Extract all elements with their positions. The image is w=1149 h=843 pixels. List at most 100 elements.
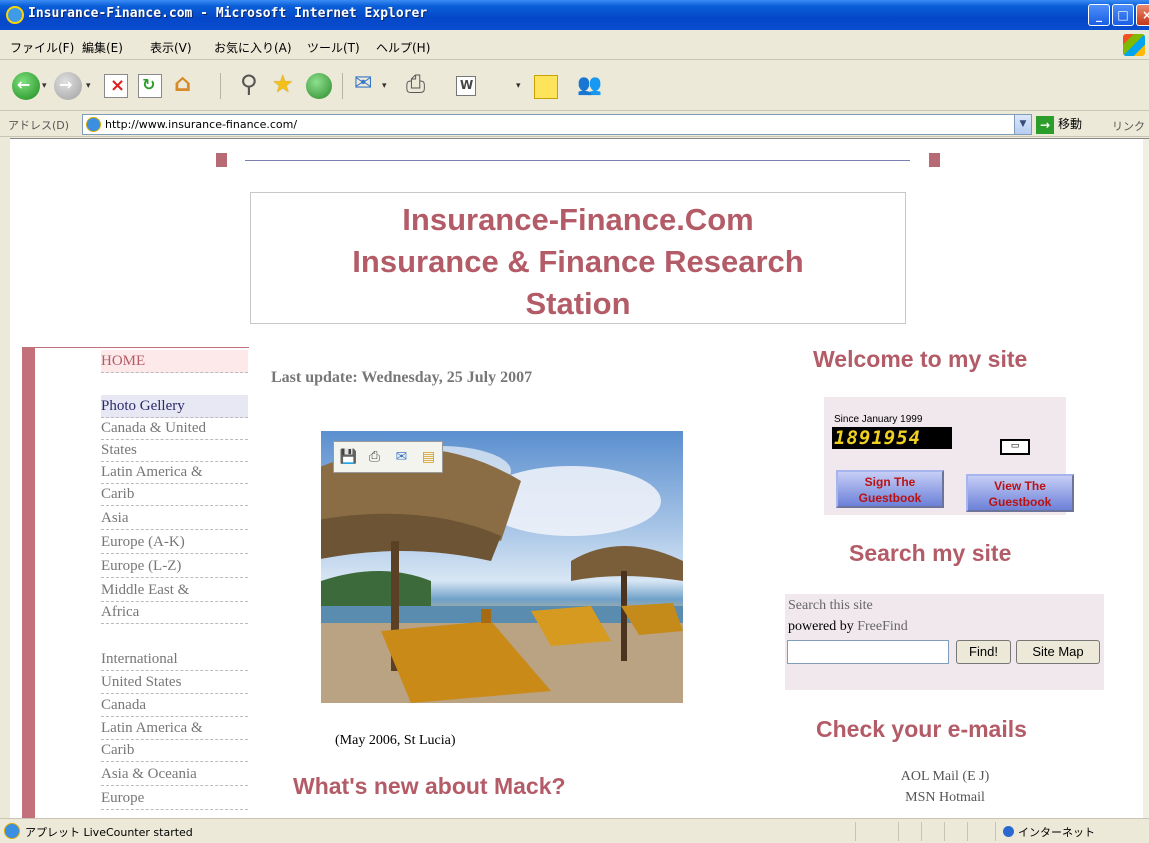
nav-latin-america-b-2[interactable]: Carib xyxy=(101,739,248,762)
internet-zone: インターネット xyxy=(1003,824,1095,840)
refresh-icon[interactable] xyxy=(138,74,162,98)
envelope-icon[interactable]: ▭ xyxy=(1000,439,1030,455)
left-sidebar: HOME Photo Gellery Canada & United State… xyxy=(22,347,249,818)
email-link-aol[interactable]: AOL Mail (E J) xyxy=(785,769,1105,785)
nav-canada-us[interactable]: Canada & United xyxy=(101,417,248,440)
search-icon[interactable] xyxy=(236,70,264,100)
page-icon xyxy=(86,117,101,132)
nav-europe[interactable]: Europe xyxy=(101,787,248,810)
go-arrow-icon: → xyxy=(1036,115,1054,134)
image-toolbar: 💾 ⎙ ✉ ▤ xyxy=(333,441,443,473)
back-dropdown-icon[interactable]: ▾ xyxy=(42,81,47,91)
go-button[interactable]: → 移動 xyxy=(1036,115,1082,134)
nav-middle-east-2[interactable]: Africa xyxy=(101,601,248,624)
status-divider xyxy=(898,822,899,841)
status-divider xyxy=(921,822,922,841)
nav-europe-ak[interactable]: Europe (A-K) xyxy=(101,531,248,554)
minimize-button[interactable]: _ xyxy=(1088,4,1110,26)
nav-europe-lz[interactable]: Europe (L-Z) xyxy=(101,555,248,578)
save-image-icon[interactable]: 💾 xyxy=(340,449,357,465)
status-bar: アプレット LiveCounter started インターネット xyxy=(0,818,1149,843)
nav-canada[interactable]: Canada xyxy=(101,694,248,717)
page-viewport: Insurance-Finance.Com Insurance & Financ… xyxy=(10,138,1149,818)
site-title-line2: Insurance & Finance Research xyxy=(352,244,804,279)
nav-asia-oceania[interactable]: Asia & Oceania xyxy=(101,763,248,786)
print-icon[interactable] xyxy=(404,70,432,100)
find-button[interactable]: Find! xyxy=(956,640,1011,664)
nav-latin-america[interactable]: Latin America & xyxy=(101,461,248,484)
menu-bar: ファイル(F) 編集(E) 表示(V) お気に入り(A) ツール(T) ヘルプ(… xyxy=(0,30,1149,60)
nav-home[interactable]: HOME xyxy=(101,350,248,373)
open-folder-icon[interactable]: ▤ xyxy=(421,449,437,465)
toolbar-separator xyxy=(342,73,343,99)
nav-latin-america-b[interactable]: Latin America & xyxy=(101,717,248,740)
address-label: アドレス(D) xyxy=(8,119,70,132)
nav-latin-america-2[interactable]: Carib xyxy=(101,483,248,506)
nav-middle-east[interactable]: Middle East & xyxy=(101,579,248,602)
menu-edit[interactable]: 編集(E) xyxy=(82,39,123,56)
maximize-button[interactable]: □ xyxy=(1112,4,1134,26)
back-icon[interactable] xyxy=(12,72,40,100)
stop-icon[interactable] xyxy=(104,74,128,98)
beach-photo: 💾 ⎙ ✉ ▤ xyxy=(321,431,683,703)
site-map-button[interactable]: Site Map xyxy=(1016,640,1100,664)
favorites-star-icon[interactable] xyxy=(270,70,298,100)
search-this-site-label: Search this site xyxy=(788,598,873,613)
home-icon[interactable] xyxy=(172,69,200,100)
forward-icon[interactable] xyxy=(54,72,82,100)
search-input[interactable] xyxy=(787,640,949,664)
history-icon[interactable] xyxy=(306,73,332,99)
email-link-msn[interactable]: MSN Hotmail xyxy=(785,790,1105,806)
forward-dropdown-icon[interactable]: ▾ xyxy=(86,81,91,91)
address-url[interactable]: http://www.insurance-finance.com/ xyxy=(105,118,297,131)
edit-dropdown-icon[interactable]: ▾ xyxy=(516,81,521,91)
site-title-line1: Insurance-Finance.Com xyxy=(402,202,754,237)
status-text: アプレット LiveCounter started xyxy=(25,826,193,839)
freefind-link[interactable]: FreeFind xyxy=(857,619,908,634)
menu-tools[interactable]: ツール(T) xyxy=(307,39,360,56)
last-update-text: Last update: Wednesday, 25 July 2007 xyxy=(271,369,533,386)
email-image-icon[interactable]: ✉ xyxy=(394,449,410,465)
sign-guestbook-button[interactable]: Sign The Guestbook xyxy=(836,470,944,508)
title-bar: Insurance-Finance.com - Microsoft Intern… xyxy=(0,0,1149,30)
status-page-icon xyxy=(4,823,20,839)
go-label: 移動 xyxy=(1058,117,1083,131)
nav-asia[interactable]: Asia xyxy=(101,507,248,530)
edit-icon[interactable] xyxy=(456,76,476,96)
search-heading: Search my site xyxy=(849,540,1012,566)
browser-window: Insurance-Finance.com - Microsoft Intern… xyxy=(0,0,1149,843)
nav-canada-us-2[interactable]: States xyxy=(101,439,248,462)
address-input[interactable]: http://www.insurance-finance.com/ ▼ xyxy=(82,114,1032,135)
menu-view[interactable]: 表示(V) xyxy=(150,39,192,56)
powered-by-label: powered by FreeFind xyxy=(788,619,908,635)
site-title-box: Insurance-Finance.Com Insurance & Financ… xyxy=(250,192,906,324)
nav-international[interactable]: International xyxy=(101,648,248,671)
nav-united-states[interactable]: United States xyxy=(101,671,248,694)
mail-icon[interactable] xyxy=(352,71,380,100)
nav-photo-gallery[interactable]: Photo Gellery xyxy=(101,395,248,418)
mail-dropdown-icon[interactable]: ▾ xyxy=(382,81,387,91)
note-icon[interactable] xyxy=(534,75,558,99)
address-dropdown-icon[interactable]: ▼ xyxy=(1014,115,1031,134)
counter-box: Since January 1999 1891954 ▭ Sign The Gu… xyxy=(824,397,1074,515)
welcome-heading: Welcome to my site xyxy=(813,346,1028,372)
close-button[interactable]: × xyxy=(1136,4,1149,26)
decor-square xyxy=(216,153,227,167)
menu-help[interactable]: ヘルプ(H) xyxy=(376,39,430,56)
emails-heading: Check your e-mails xyxy=(816,716,1027,742)
whats-new-heading: What's new about Mack? xyxy=(293,773,566,799)
print-image-icon[interactable]: ⎙ xyxy=(367,449,383,465)
messenger-icon[interactable] xyxy=(576,72,604,100)
since-label: Since January 1999 xyxy=(834,414,923,425)
status-divider xyxy=(855,822,856,841)
toolbar: ▾ ▾ ▾ ▾ xyxy=(0,61,1149,111)
window-title: Insurance-Finance.com - Microsoft Intern… xyxy=(28,6,428,21)
menu-file[interactable]: ファイル(F) xyxy=(10,39,74,56)
status-divider xyxy=(995,822,996,841)
links-label[interactable]: リンク xyxy=(1112,118,1145,134)
powered-by-text: powered by xyxy=(788,619,854,634)
menu-favorites[interactable]: お気に入り(A) xyxy=(214,39,292,56)
vertical-scrollbar[interactable] xyxy=(1143,139,1149,818)
status-divider xyxy=(967,822,968,841)
view-guestbook-button[interactable]: View The Guestbook xyxy=(966,474,1074,512)
